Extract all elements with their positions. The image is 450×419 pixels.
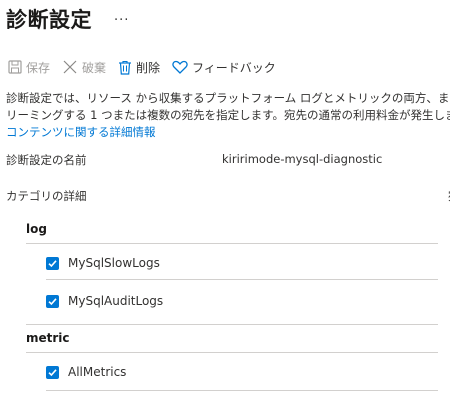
divider [26,324,438,325]
checkbox-mysqlslowlogs[interactable]: MySqlSlowLogs [46,256,160,270]
discard-button[interactable]: 破棄 [62,59,106,76]
checkbox-mysqlauditlogs[interactable]: MySqlAuditLogs [46,294,163,308]
more-options-button[interactable]: ··· [114,13,129,28]
description: 診断設定では、リソース から収集するプラットフォーム ログとメトリックの両方、ま… [6,90,450,141]
log-group-label: log [26,222,47,236]
checkbox-label: MySqlSlowLogs [68,256,160,270]
divider [26,243,438,244]
discard-label: 破棄 [82,60,107,75]
close-icon [62,59,78,75]
save-button[interactable]: 保存 [8,59,50,76]
title-row: 診断設定 ··· [6,4,129,34]
setting-name-value: kiririmode-mysql-diagnostic [222,152,383,166]
feedback-button[interactable]: フィードバック [172,59,276,76]
description-line-1: 診断設定では、リソース から収集するプラットフォーム ログとメトリックの両方、ま… [6,91,450,105]
metric-group-label: metric [26,331,70,345]
checkbox-checked-icon[interactable] [46,365,59,379]
checkbox-checked-icon[interactable] [46,256,59,270]
divider [46,279,438,280]
checkbox-allmetrics[interactable]: AllMetrics [46,365,126,379]
category-details-row: カテゴリの詳細 宛 [6,188,450,204]
divider [26,352,438,353]
save-label: 保存 [26,60,51,75]
trash-icon [118,60,132,75]
category-details-label: カテゴリの詳細 [6,189,87,203]
command-bar: 保存 破棄 削除 フィードバック [8,56,288,78]
divider [46,390,438,391]
heart-icon [172,60,188,74]
learn-more-link[interactable]: コンテンツに関する詳細情報 [6,124,450,141]
delete-button[interactable]: 削除 [118,59,160,76]
description-line-2: リーミングする 1 つまたは複数の宛先を指定します。宛先の通常の利用料金が発生し… [6,108,450,122]
feedback-label: フィードバック [192,60,276,75]
setting-name-label: 診断設定の名前 [6,153,87,167]
checkbox-checked-icon[interactable] [46,294,59,308]
checkbox-label: AllMetrics [68,365,127,379]
checkbox-label: MySqlAuditLogs [68,294,164,308]
delete-label: 削除 [136,60,161,75]
save-icon [8,60,22,74]
page-title: 診断設定 [6,8,92,32]
